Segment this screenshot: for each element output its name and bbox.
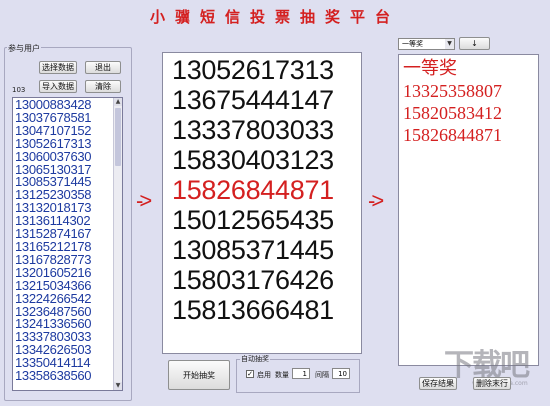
interval-label: 间隔: [315, 371, 329, 379]
chevron-down-icon[interactable]: ▼: [445, 39, 454, 49]
draw-number: 15803176426: [172, 265, 334, 295]
prize-down-button[interactable]: ↓: [459, 37, 490, 50]
prize-select-value: 一等奖: [402, 40, 423, 48]
clear-button[interactable]: 清除: [85, 80, 121, 93]
scroll-up-icon[interactable]: ▲: [114, 98, 122, 106]
auto-draw-group-label: 自动抽奖: [240, 354, 270, 364]
quantity-input[interactable]: 1: [292, 368, 310, 379]
app-title: 小骥短信投票抽奖平台: [149, 8, 400, 26]
winner-number: 15826844871: [403, 125, 502, 145]
participants-group-label: 参与用户: [7, 43, 41, 54]
exit-button[interactable]: 退出: [85, 61, 121, 74]
start-draw-button[interactable]: 开始抽奖: [168, 360, 230, 390]
import-data-button[interactable]: 导入数据: [39, 80, 77, 93]
prize-select[interactable]: 一等奖 ▼: [398, 38, 455, 50]
participant-list-scrollbar[interactable]: ▲ ▼: [113, 98, 122, 390]
select-data-button[interactable]: 选择数据: [39, 61, 77, 74]
draw-number: 15830403123: [172, 145, 334, 175]
delete-last-row-button[interactable]: 删除末行: [473, 377, 511, 390]
participant-list[interactable]: 13000883428 13037678581 13047107152 1305261…: [12, 97, 123, 391]
left-arrow-icon: ->: [136, 188, 152, 213]
draw-number: 15826844871: [172, 175, 334, 205]
draw-number: 15813666481: [172, 295, 334, 325]
participant-count: 103: [12, 86, 26, 94]
enable-checkbox[interactable]: ✓: [246, 370, 254, 378]
winner-number: 13325358807: [403, 81, 502, 101]
winner-number: 15820583412: [403, 103, 502, 123]
winners-display: 一等奖 13325358807 15820583412 15826844871: [398, 54, 539, 366]
right-arrow-icon: ->: [368, 188, 384, 213]
scroll-thumb[interactable]: [115, 108, 121, 166]
draw-number: 13337803033: [172, 115, 334, 145]
draw-number: 13675444147: [172, 85, 334, 115]
interval-input[interactable]: 10: [332, 368, 350, 379]
participant-number: 13358638560: [15, 368, 92, 384]
scroll-down-icon[interactable]: ▼: [114, 382, 122, 390]
save-results-button[interactable]: 保存结果: [419, 377, 457, 390]
draw-number: 13052617313: [172, 55, 334, 85]
draw-number: 13085371445: [172, 235, 334, 265]
enable-label: 启用: [257, 371, 271, 379]
quantity-label: 数量: [275, 371, 289, 379]
draw-display: 13052617313 13675444147 13337803033 1583040…: [162, 52, 362, 354]
draw-number: 15012565435: [172, 205, 334, 235]
prize-heading: 一等奖: [403, 58, 457, 79]
